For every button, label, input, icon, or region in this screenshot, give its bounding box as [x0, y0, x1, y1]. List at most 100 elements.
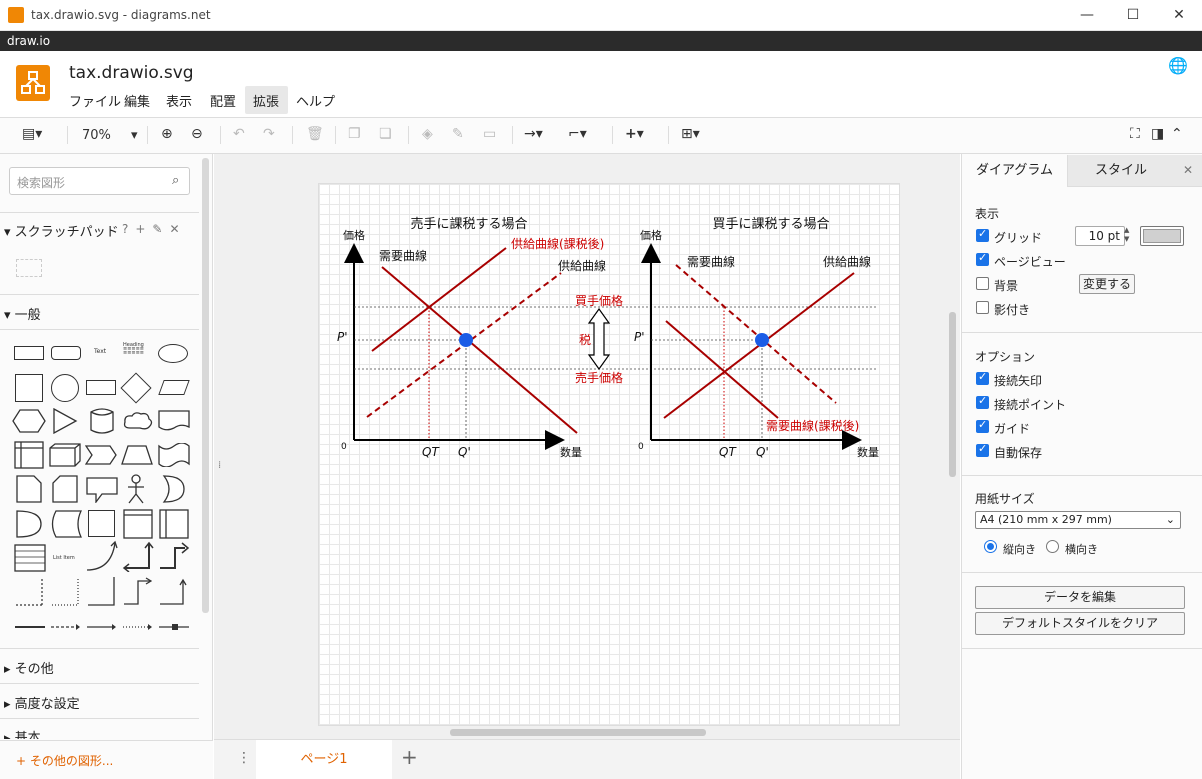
parallelogram-shape[interactable]: [158, 380, 190, 395]
scratchpad-actions-icon[interactable]: ?+✎✕: [122, 222, 187, 236]
close-panel-icon[interactable]: ✕: [1174, 155, 1202, 187]
dashed-corner-shape[interactable]: [14, 575, 44, 611]
format-panel-toggle-icon[interactable]: ▤▾: [22, 126, 42, 142]
table-icon[interactable]: ⊞▾: [681, 126, 700, 142]
edit-data-button[interactable]: データを編集: [975, 586, 1185, 609]
elbow-arrow-shape[interactable]: [122, 577, 153, 611]
text-shape[interactable]: Text: [94, 348, 106, 355]
stored-data-shape[interactable]: [48, 510, 83, 542]
line-color-icon[interactable]: ✎: [452, 126, 464, 142]
waypoints-icon[interactable]: ⌐▾: [568, 126, 587, 142]
shadow-icon[interactable]: ▭: [483, 126, 496, 142]
scratchpad-dropzone[interactable]: [16, 259, 42, 277]
zoom-in-icon[interactable]: ⊕: [161, 126, 173, 142]
link-arrow-shape[interactable]: [158, 618, 190, 637]
portrait-radio[interactable]: [984, 540, 997, 553]
to-front-icon[interactable]: ❐: [348, 126, 361, 142]
corner-line-shape[interactable]: [86, 575, 116, 611]
menu-extras[interactable]: 拡張: [253, 91, 279, 110]
ellipse-shape[interactable]: [158, 344, 188, 363]
textbox-shape[interactable]: Heading ≡≡≡≡≡ ≡≡≡≡≡: [123, 343, 151, 356]
undo-icon[interactable]: ↶: [233, 126, 245, 142]
more-shapes-button[interactable]: + その他の図形...: [16, 752, 113, 769]
connection-arrows-checkbox[interactable]: [976, 370, 989, 385]
clear-default-style-button[interactable]: デフォルトスタイルをクリア: [975, 612, 1185, 635]
minimize-button[interactable]: —: [1064, 0, 1110, 31]
rectangle-shape[interactable]: [14, 346, 44, 360]
other-header[interactable]: ▸ その他: [4, 658, 54, 677]
general-header[interactable]: ▾ 一般: [4, 304, 41, 323]
rounded-rectangle-shape[interactable]: [51, 346, 81, 360]
grid-size-stepper-icon[interactable]: ▲ ▼: [1124, 226, 1129, 244]
landscape-radio[interactable]: [1046, 540, 1059, 553]
directional-arrow-shape[interactable]: [86, 618, 118, 637]
circle-shape[interactable]: [51, 374, 79, 402]
square-shape[interactable]: [15, 374, 43, 402]
shape-search-input[interactable]: 検索図形: [9, 167, 190, 195]
zoom-out-icon[interactable]: ⊖: [191, 126, 203, 142]
step-shape[interactable]: [84, 445, 117, 469]
autosave-checkbox[interactable]: [976, 442, 989, 457]
process-shape[interactable]: [86, 380, 116, 395]
sidebar-scrollbar[interactable]: [202, 158, 209, 613]
background-checkbox[interactable]: [976, 277, 989, 290]
dotted-corner-shape[interactable]: [50, 575, 80, 611]
search-icon[interactable]: ⌕: [172, 173, 179, 188]
menu-file[interactable]: ファイル: [69, 91, 121, 110]
maximize-button[interactable]: ☐: [1110, 0, 1156, 31]
delete-icon[interactable]: 🗑: [306, 126, 324, 142]
scratchpad-header[interactable]: ▾ スクラッチパッド: [4, 221, 119, 240]
arrow-connector-shape[interactable]: [158, 540, 190, 576]
grid-size-input[interactable]: 10 pt: [1075, 226, 1125, 246]
add-page-icon[interactable]: +: [401, 745, 418, 769]
close-window-button[interactable]: ✕: [1156, 0, 1202, 31]
card-shape[interactable]: [52, 475, 78, 507]
triangle-shape[interactable]: [52, 407, 78, 438]
to-back-icon[interactable]: ❏: [379, 126, 392, 142]
trapezoid-shape[interactable]: [121, 445, 153, 469]
note-shape[interactable]: [16, 475, 42, 507]
insert-plus-icon[interactable]: +▾: [625, 126, 644, 142]
fill-color-icon[interactable]: ◈: [422, 126, 433, 142]
grid-checkbox[interactable]: [976, 227, 989, 242]
basic-header[interactable]: ▸ 基本: [4, 727, 41, 739]
diagram-drawing[interactable]: 売手に課税する場合 価格 数量 0 需要曲線 供給曲線(課税後) 供給曲線 P'…: [318, 183, 900, 483]
menu-edit[interactable]: 編集: [124, 91, 150, 110]
elbow-arrow-up-shape[interactable]: [158, 577, 188, 611]
tab-diagram[interactable]: ダイアグラム: [962, 155, 1067, 187]
menu-arrange[interactable]: 配置: [210, 91, 236, 110]
or-shape[interactable]: [162, 475, 186, 507]
curve-shape[interactable]: [86, 540, 118, 576]
actor-shape[interactable]: [125, 474, 147, 508]
pages-menu-icon[interactable]: ⋮: [237, 750, 251, 766]
delay-shape[interactable]: [16, 510, 42, 542]
advanced-header[interactable]: ▸ 高度な設定: [4, 693, 80, 712]
shadow-checkbox[interactable]: [976, 301, 989, 314]
change-background-button[interactable]: 変更する: [1079, 274, 1135, 294]
format-panel-icon[interactable]: ◨: [1151, 126, 1164, 142]
document-shape[interactable]: [158, 410, 190, 436]
bidirectional-connector-shape[interactable]: [122, 540, 154, 576]
language-globe-icon[interactable]: 🌐: [1168, 56, 1188, 75]
line-shape[interactable]: [14, 618, 46, 637]
paper-size-select[interactable]: A4 (210 mm x 297 mm) ⌄: [975, 511, 1181, 529]
canvas-horizontal-scrollbar[interactable]: [450, 729, 706, 736]
redo-icon[interactable]: ↷: [263, 126, 275, 142]
page-view-checkbox[interactable]: [976, 251, 989, 266]
file-name[interactable]: tax.drawio.svg: [69, 63, 194, 83]
zoom-select[interactable]: 70% ▾: [82, 128, 138, 143]
app-menu-drawio[interactable]: draw.io: [7, 34, 50, 48]
fullscreen-icon[interactable]: ⛶: [1130, 126, 1140, 142]
connection-style-icon[interactable]: →▾: [524, 126, 543, 142]
list-item-shape[interactable]: List Item: [53, 555, 75, 561]
vertical-swimlane-shape[interactable]: [159, 509, 189, 543]
sidebar-resize-handle[interactable]: ⁞: [218, 460, 221, 471]
tape-shape[interactable]: [158, 442, 190, 471]
cube-shape[interactable]: [49, 443, 81, 471]
guides-checkbox[interactable]: [976, 418, 989, 433]
collapse-chevron-up-icon[interactable]: ⌃: [1171, 126, 1183, 142]
cylinder-shape[interactable]: [89, 407, 115, 439]
connection-points-checkbox[interactable]: [976, 394, 989, 409]
menu-view[interactable]: 表示: [166, 91, 192, 110]
cloud-shape[interactable]: [122, 410, 154, 436]
